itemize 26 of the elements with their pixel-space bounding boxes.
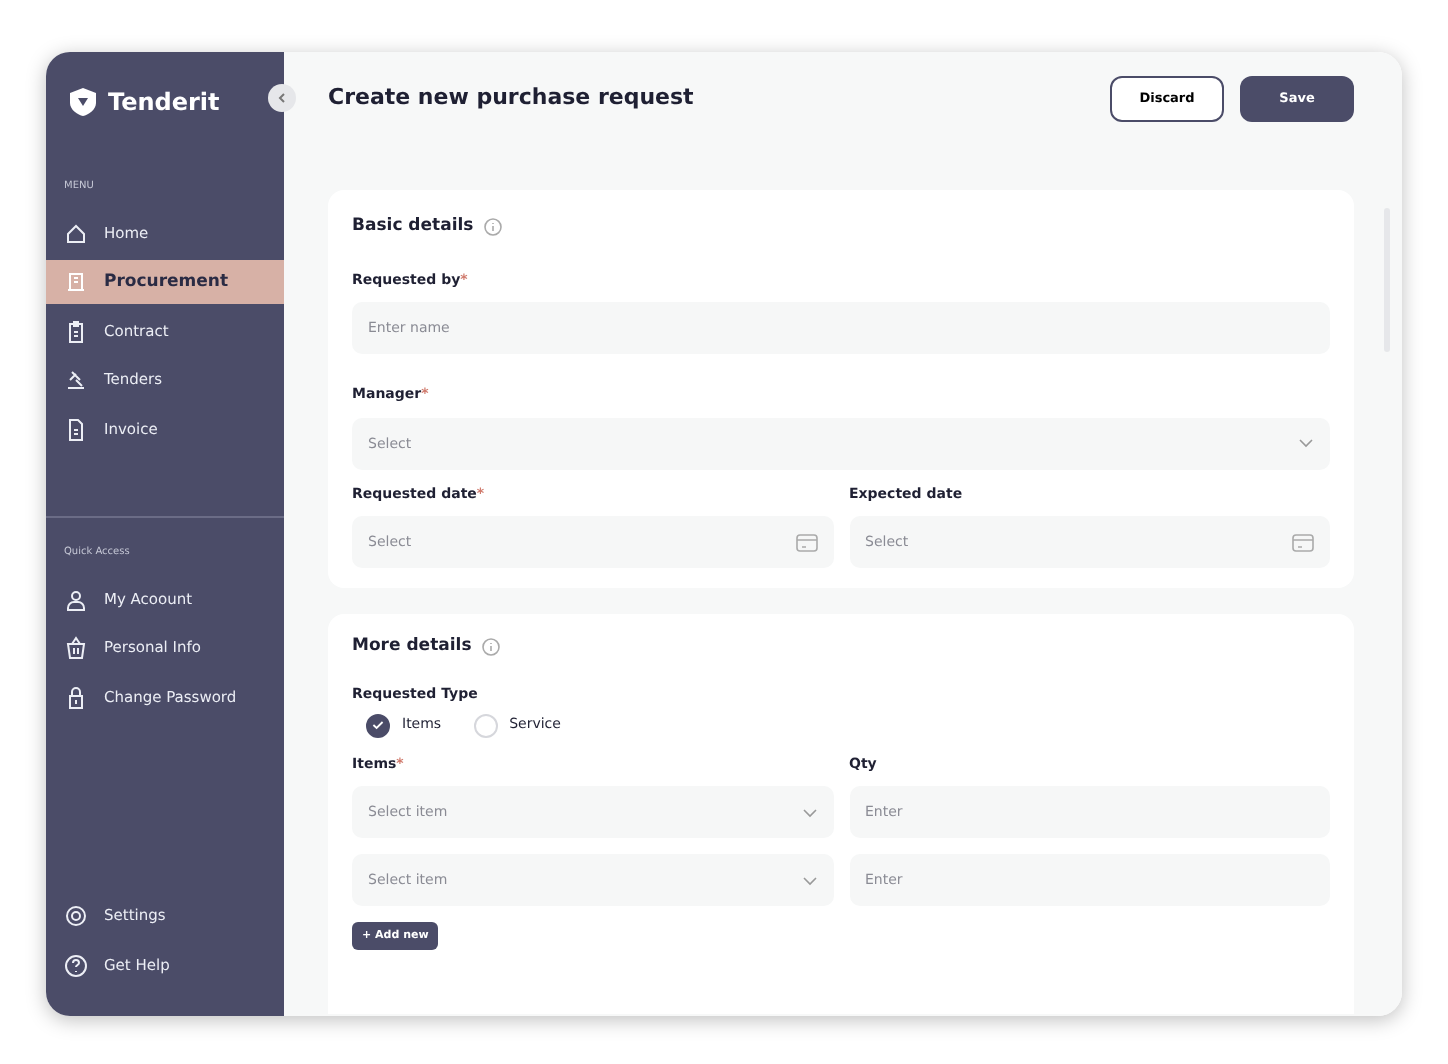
clipboard-icon: [64, 319, 88, 343]
gavel-icon: [64, 368, 88, 392]
page-title: Create new purchase request: [328, 82, 694, 115]
section-title: Basic details: [352, 214, 474, 240]
home-icon: [64, 221, 88, 245]
calendar-icon: [1292, 533, 1314, 552]
info-icon: [483, 217, 502, 236]
info-icon: [481, 638, 500, 657]
section-title: More details: [352, 634, 472, 660]
settings-icon: [64, 904, 88, 928]
document-icon: [64, 417, 88, 441]
lock-icon: [64, 685, 88, 709]
check-icon: [372, 720, 384, 730]
basket-icon: [64, 636, 88, 660]
help-icon: [64, 953, 88, 977]
brand-name: Tenderit: [108, 86, 220, 120]
chevron-down-icon: [801, 875, 817, 885]
nav-item[interactable]: Procurement: [46, 260, 284, 304]
user-icon: [64, 587, 88, 611]
chevron-left-icon: [276, 92, 288, 104]
shield-logo-icon: [70, 88, 96, 116]
calendar-icon: [795, 533, 817, 552]
chevron-down-icon: [801, 807, 817, 817]
collapse-button[interactable]: [268, 84, 296, 112]
chevron-down-icon: [1298, 438, 1314, 449]
radio-button[interactable]: [366, 713, 390, 737]
